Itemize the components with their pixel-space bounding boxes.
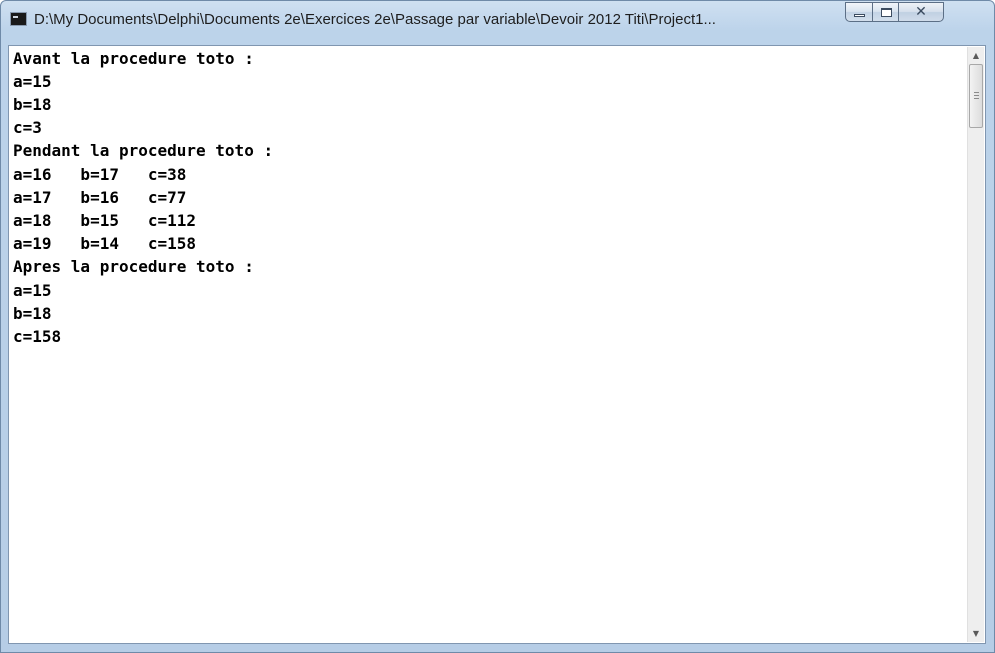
console-line: a=19 b=14 c=158: [13, 234, 197, 253]
window-title: D:\My Documents\Delphi\Documents 2e\Exer…: [34, 11, 716, 28]
console-line: Apres la procedure toto :: [13, 257, 254, 276]
console-line: b=18: [13, 304, 52, 323]
console-line: a=15: [13, 72, 52, 91]
grip-line: [974, 98, 979, 99]
console-line: Avant la procedure toto :: [13, 49, 254, 68]
grip-line: [974, 92, 979, 93]
maximize-icon: [881, 8, 892, 17]
grip-line: [974, 95, 979, 96]
console-line: a=16 b=17 c=38: [13, 165, 187, 184]
close-button[interactable]: ✕: [898, 2, 944, 22]
console-line: c=158: [13, 327, 62, 346]
console-line: a=17 b=16 c=77: [13, 188, 187, 207]
console-window: D:\My Documents\Delphi\Documents 2e\Exer…: [0, 0, 995, 653]
close-icon: ✕: [915, 4, 927, 20]
console-line: Pendant la procedure toto :: [13, 141, 274, 160]
console-app-icon[interactable]: [10, 12, 27, 26]
console-line: b=18: [13, 95, 52, 114]
console-line: a=18 b=15 c=112: [13, 211, 197, 230]
vertical-scrollbar[interactable]: ▲ ▼: [967, 47, 984, 642]
scroll-up-arrow-icon[interactable]: ▲: [968, 47, 984, 64]
scrollbar-thumb[interactable]: [969, 64, 983, 128]
scroll-down-arrow-icon[interactable]: ▼: [968, 625, 984, 642]
console-line: c=3: [13, 118, 42, 137]
console-client-area: Avant la procedure toto : a=15 b=18 c=3 …: [8, 45, 986, 644]
console-line: a=15: [13, 281, 52, 300]
console-output[interactable]: Avant la procedure toto : a=15 b=18 c=3 …: [10, 47, 967, 642]
title-bar[interactable]: D:\My Documents\Delphi\Documents 2e\Exer…: [1, 1, 994, 45]
minimize-button[interactable]: [845, 2, 873, 22]
minimize-icon: [854, 14, 865, 17]
maximize-button[interactable]: [872, 2, 899, 22]
